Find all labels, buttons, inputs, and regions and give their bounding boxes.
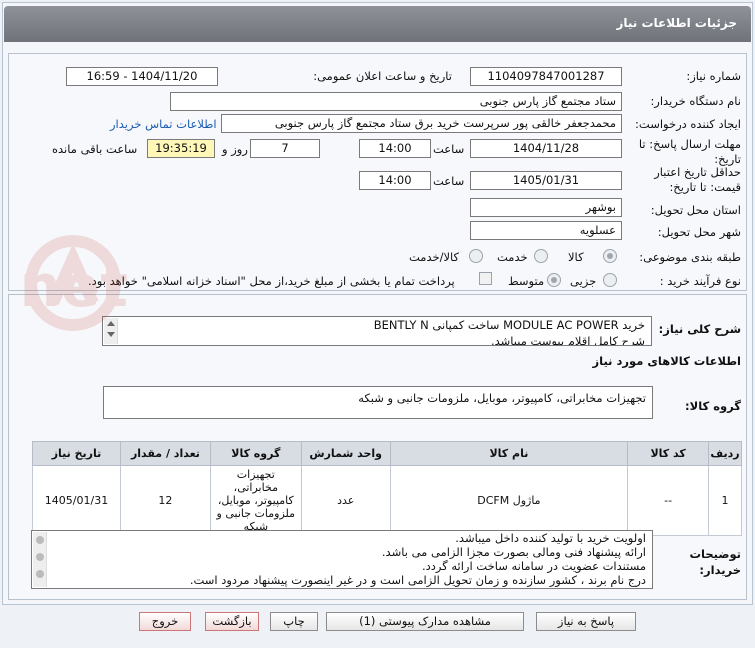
page-title: جزئیات اطلاعات نیاز — [4, 6, 751, 42]
cell-row: 1 — [708, 465, 742, 536]
province-label: استان محل تحویل: — [650, 203, 741, 217]
goods-group-value: تجهیزات مخابراتی، کامپیوتر، موبایل، ملزو… — [358, 391, 646, 405]
buyer-note-line: اولویت خرید با تولید کننده داخل میباشد. — [455, 531, 646, 545]
print-button[interactable]: چاپ — [270, 612, 318, 631]
goods-table: ردیف کد کالا نام کالا واحد شمارش گروه کا… — [32, 441, 742, 536]
validity-time-label: ساعت — [433, 174, 465, 188]
cell-qty: 12 — [120, 465, 211, 536]
col-name: نام کالا — [389, 441, 629, 466]
cell-unit: عدد — [300, 465, 391, 536]
col-group: گروه کالا — [209, 441, 302, 466]
reply-date-field[interactable]: 1404/11/28 — [470, 139, 622, 158]
reply-time-label: ساعت — [433, 142, 465, 156]
creator-field[interactable]: محمدجعفر خالقی پور سرپرست خرید برق ستاد … — [221, 114, 622, 133]
remaining-time-field: 19:35:19 — [147, 139, 215, 158]
category-label: طبقه بندی موضوعی: — [639, 250, 741, 264]
description-line-1: خرید MODULE AC POWER ساخت کمپانی BENTLY … — [373, 318, 645, 332]
validity-time-field[interactable]: 14:00 — [359, 171, 431, 190]
col-date: تاریخ نیاز — [32, 441, 121, 466]
category-option-service: خدمت — [497, 250, 528, 264]
validity-date-field[interactable]: 1405/01/31 — [470, 171, 622, 190]
city-field[interactable]: عسلویه — [470, 221, 622, 240]
description-textarea[interactable]: خرید MODULE AC POWER ساخت کمپانی BENTLY … — [102, 316, 652, 346]
cell-group: تجهیزات مخابراتی، کامپیوتر، موبایل، ملزو… — [209, 465, 302, 536]
reply-time-field[interactable]: 14:00 — [359, 139, 431, 158]
treasury-payment-checkbox[interactable] — [479, 272, 492, 285]
remaining-time-label: ساعت باقی مانده — [52, 142, 138, 156]
scroll-thumb-icon — [36, 553, 44, 561]
days-field[interactable]: 7 — [250, 139, 320, 158]
announce-date-field[interactable]: 1404/11/20 - 16:59 — [66, 67, 218, 86]
process-option-medium: متوسط — [508, 274, 545, 288]
goods-section-title: اطلاعات کالاهای مورد نیاز — [592, 354, 741, 368]
back-button[interactable]: بازگشت — [205, 612, 259, 631]
exit-button[interactable]: خروج — [139, 612, 191, 631]
goods-group-label: گروه کالا: — [685, 399, 741, 413]
process-radio-medium[interactable] — [547, 273, 561, 287]
scroll-down-icon — [107, 332, 115, 337]
announce-date-label: تاریخ و ساعت اعلان عمومی: — [313, 69, 452, 83]
scroll-up-icon — [36, 536, 44, 544]
province-field[interactable]: بوشهر — [470, 198, 622, 217]
reply-deadline-label: مهلت ارسال پاسخ: تا تاریخ: — [638, 137, 741, 166]
cell-name: ماژول DCFM — [389, 465, 629, 536]
buyer-note-line: درج نام برند ، کشور سازنده و زمان تحویل … — [189, 573, 646, 587]
description-scrollbar[interactable] — [104, 318, 118, 344]
category-radio-goods-service[interactable] — [469, 249, 483, 263]
goods-group-field[interactable]: تجهیزات مخابراتی، کامپیوتر، موبایل، ملزو… — [103, 386, 653, 419]
scroll-up-icon — [107, 321, 115, 326]
process-radio-minor[interactable] — [603, 273, 617, 287]
buyer-note-line: مستندات عضویت در سامانه ساخت ارائه گردد. — [421, 559, 646, 573]
contact-info-link[interactable]: اطلاعات تماس خریدار — [110, 117, 217, 131]
buyer-note-line: ارائه پیشنهاد فنی ومالی بصورت مجزا الزام… — [381, 545, 646, 559]
buyer-notes-label: توضیحات خریدار: — [689, 547, 742, 577]
buyer-notes-textarea[interactable]: اولویت خرید با تولید کننده داخل میباشد. … — [31, 530, 653, 589]
city-label: شهر محل تحویل: — [657, 225, 741, 239]
buyer-org-label: نام دستگاه خریدار: — [650, 94, 741, 108]
cell-code: -- — [627, 465, 710, 536]
process-option-minor: جزیی — [570, 274, 597, 288]
creator-label: ایجاد کننده درخواست: — [635, 117, 741, 131]
category-option-goods: کالا — [568, 250, 584, 264]
treasury-payment-note: پرداخت تمام یا بخشی از مبلغ خرید،از محل … — [88, 274, 455, 288]
col-qty: تعداد / مقدار — [120, 441, 211, 466]
col-row: ردیف — [708, 441, 742, 466]
price-validity-label: حداقل تاریخ اعتبار قیمت: تا تاریخ: — [654, 165, 741, 194]
category-option-goods-service: کالا/خدمت — [409, 250, 460, 264]
description-line-2: شرح کامل اقلام پیوست میباشد. — [490, 334, 645, 346]
view-attachments-button[interactable]: مشاهده مدارک پیوستی (1) — [326, 612, 524, 631]
col-unit: واحد شمارش — [300, 441, 391, 466]
reply-to-need-button[interactable]: پاسخ به نیاز — [536, 612, 636, 631]
scroll-down-icon — [36, 570, 44, 578]
buyer-org-field[interactable]: ستاد مجتمع گاز پارس جنوبی — [170, 92, 622, 111]
category-radio-goods[interactable] — [603, 249, 617, 263]
col-code: کد کالا — [627, 441, 710, 466]
table-row[interactable]: 1 -- ماژول DCFM عدد تجهیزات مخابراتی، کا… — [32, 465, 742, 536]
need-number-field[interactable]: 1104097847001287 — [470, 67, 622, 86]
notes-scrollbar[interactable] — [33, 532, 47, 587]
process-type-label: نوع فرآیند خرید : — [659, 274, 741, 288]
category-radio-service[interactable] — [534, 249, 548, 263]
need-number-label: شماره نیاز: — [686, 69, 741, 83]
description-label: شرح کلی نیاز: — [658, 322, 741, 336]
days-label: روز و — [222, 142, 248, 156]
cell-date: 1405/01/31 — [32, 465, 121, 536]
